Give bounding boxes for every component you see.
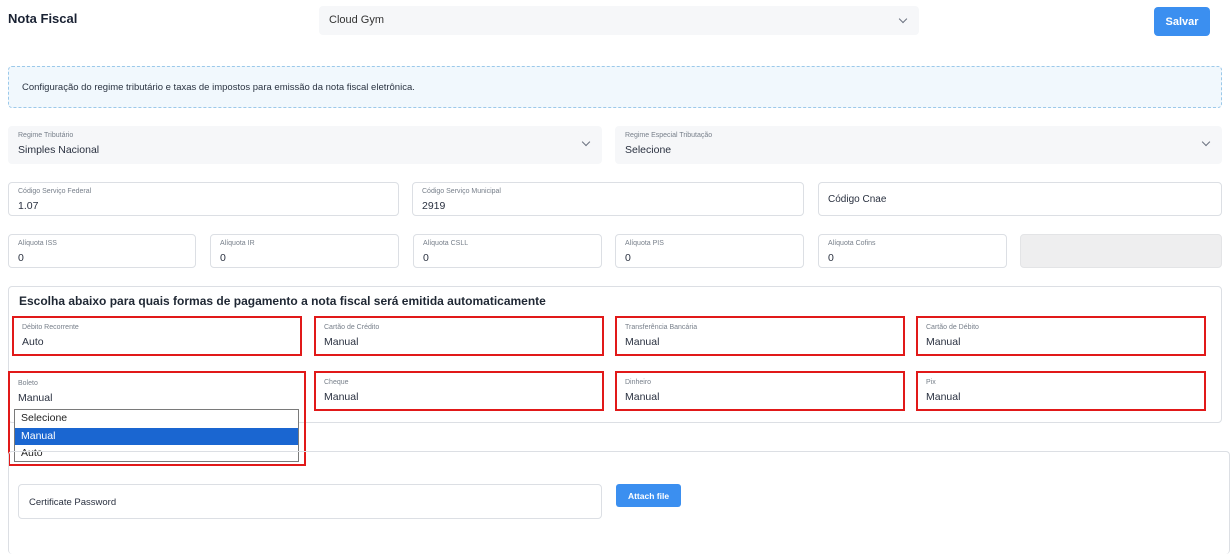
pagamento-debito-recorrente-select[interactable]: Débito Recorrente Auto — [12, 316, 302, 356]
save-button[interactable]: Salvar — [1154, 7, 1210, 36]
codigo-servico-municipal-input[interactable]: Código Serviço Municipal 2919 — [412, 182, 804, 216]
field-value: 0 — [625, 252, 631, 264]
field-value: 0 — [828, 252, 834, 264]
pagamento-cheque-select[interactable]: Cheque Manual — [314, 371, 604, 411]
field-label: Código Serviço Municipal — [422, 188, 501, 195]
pagamento-cartao-credito-select[interactable]: Cartão de Crédito Manual — [314, 316, 604, 356]
field-value: Manual — [18, 392, 53, 404]
field-label: Regime Tributário — [18, 132, 74, 139]
boleto-select-field[interactable]: Boleto Manual — [14, 375, 299, 408]
disabled-field — [1020, 234, 1222, 268]
chevron-down-icon — [1201, 137, 1211, 147]
aliquota-csll-input[interactable]: Alíquota CSLL 0 — [413, 234, 602, 268]
dropdown-option-manual[interactable]: Manual — [15, 427, 298, 445]
dropdown-option-selecione[interactable]: Selecione — [15, 410, 298, 428]
pagamento-cartao-debito-select[interactable]: Cartão de Débito Manual — [916, 316, 1206, 356]
field-value: Manual — [926, 336, 961, 348]
field-value: Manual — [625, 336, 660, 348]
page-title: Nota Fiscal — [8, 11, 78, 26]
info-box: Configuração do regime tributário e taxa… — [8, 66, 1222, 108]
pagamento-dinheiro-select[interactable]: Dinheiro Manual — [615, 371, 905, 411]
company-select-value: Cloud Gym — [329, 14, 385, 26]
aliquota-pis-input[interactable]: Alíquota PIS 0 — [615, 234, 804, 268]
field-label: Cartão de Débito — [926, 324, 979, 331]
aliquota-ir-input[interactable]: Alíquota IR 0 — [210, 234, 399, 268]
chevron-down-icon — [898, 14, 908, 24]
company-select[interactable]: Cloud Gym — [319, 6, 919, 35]
field-value: Auto — [22, 336, 44, 348]
field-value: Manual — [625, 391, 660, 403]
field-label: Alíquota IR — [220, 240, 255, 247]
info-text: Configuração do regime tributário e taxa… — [22, 82, 415, 93]
codigo-cnae-input[interactable]: Código Cnae — [818, 182, 1222, 216]
pagamento-pix-select[interactable]: Pix Manual — [916, 371, 1206, 411]
field-label: Boleto — [18, 380, 38, 387]
attach-file-button[interactable]: Attach file — [616, 484, 681, 507]
field-label: Regime Especial Tributação — [625, 132, 713, 139]
field-label: Débito Recorrente — [22, 324, 79, 331]
pagamento-transferencia-select[interactable]: Transferência Bancária Manual — [615, 316, 905, 356]
field-label: Transferência Bancária — [625, 324, 698, 331]
field-value: 0 — [220, 252, 226, 264]
field-value: Manual — [926, 391, 961, 403]
field-placeholder: Certificate Password — [29, 497, 117, 508]
payment-methods-title: Escolha abaixo para quais formas de paga… — [19, 294, 546, 308]
field-value: Selecione — [625, 144, 672, 156]
chevron-down-icon — [581, 137, 591, 147]
field-value: 0 — [423, 252, 429, 264]
field-value: Manual — [324, 391, 359, 403]
regime-tributario-select[interactable]: Regime Tributário Simples Nacional — [8, 126, 602, 164]
certificate-password-input[interactable]: Certificate Password — [18, 484, 602, 519]
field-value: Manual — [324, 336, 359, 348]
field-label: Pix — [926, 379, 936, 386]
codigo-servico-federal-input[interactable]: Código Serviço Federal 1.07 — [8, 182, 399, 216]
aliquota-cofins-input[interactable]: Alíquota Cofins 0 — [818, 234, 1007, 268]
field-value: 2919 — [422, 200, 446, 212]
field-label: Dinheiro — [625, 379, 652, 386]
regime-especial-select[interactable]: Regime Especial Tributação Selecione — [615, 126, 1222, 164]
field-label: Cheque — [324, 379, 349, 386]
field-value: 0 — [18, 252, 24, 264]
aliquota-iss-input[interactable]: Alíquota ISS 0 — [8, 234, 196, 268]
field-label: Cartão de Crédito — [324, 324, 380, 331]
field-value: 1.07 — [18, 200, 39, 212]
field-label: Alíquota CSLL — [423, 240, 469, 247]
field-placeholder: Código Cnae — [828, 194, 887, 205]
field-label: Código Serviço Federal — [18, 188, 92, 195]
field-label: Alíquota PIS — [625, 240, 664, 247]
field-value: Simples Nacional — [18, 144, 100, 156]
field-label: Alíquota Cofins — [828, 240, 876, 247]
field-label: Alíquota ISS — [18, 240, 57, 247]
